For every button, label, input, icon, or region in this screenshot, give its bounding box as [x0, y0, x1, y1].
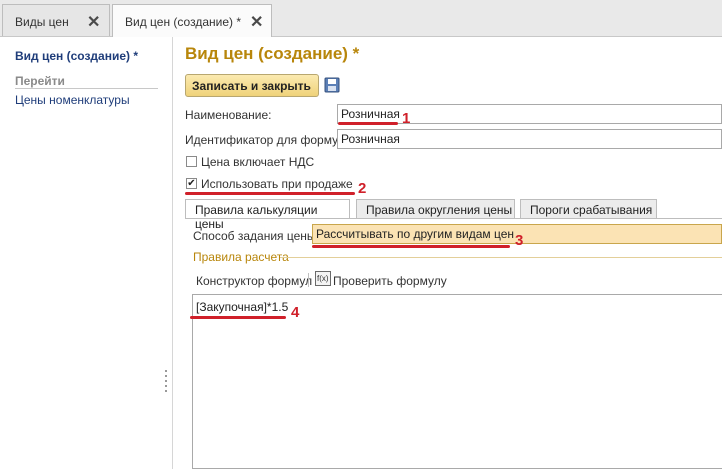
- tab-label: Вид цен (создание) *: [125, 15, 242, 29]
- formula-editor[interactable]: [Закупочная]*1.5: [192, 294, 722, 469]
- tab-label: Виды цен: [15, 15, 69, 29]
- annotation-underline: [312, 245, 510, 248]
- close-icon[interactable]: ✕: [250, 12, 263, 32]
- formula-id-field[interactable]: Розничная: [337, 129, 722, 149]
- use-in-sales-checkbox[interactable]: ✔: [186, 178, 197, 189]
- annotation-number: 1: [402, 110, 411, 127]
- sidebar-divider: [15, 88, 158, 89]
- tab-price-type-create[interactable]: Вид цен (создание) * ✕: [112, 4, 272, 37]
- formula-text: [Закупочная]*1.5: [196, 300, 289, 314]
- toolbar-separator: [308, 273, 309, 287]
- vat-label: Цена включает НДС: [201, 155, 315, 169]
- tab-rounding-rules[interactable]: Правила округления цены: [356, 199, 515, 218]
- check-formula-icon[interactable]: f(x): [315, 271, 331, 286]
- name-label: Наименование:: [185, 108, 272, 122]
- annotation-underline: [190, 316, 286, 319]
- formula-id-label: Идентификатор для формул:: [185, 133, 349, 147]
- navigation-panel: Вид цен (создание) * Перейти Цены номенк…: [0, 37, 173, 469]
- annotation-number: 3: [515, 232, 524, 249]
- tab-divider: [185, 218, 722, 219]
- save-and-close-button[interactable]: Записать и закрыть: [185, 74, 319, 97]
- sidebar-item-price-list[interactable]: Цены номенклатуры: [15, 93, 130, 107]
- name-field[interactable]: Розничная: [337, 104, 722, 124]
- splitter-handle[interactable]: [163, 367, 169, 417]
- tab-thresholds[interactable]: Пороги срабатывания: [520, 199, 657, 218]
- tab-price-types[interactable]: Виды цен ✕: [2, 4, 110, 36]
- annotation-underline: [185, 192, 355, 195]
- method-label: Способ задания цены:: [193, 229, 319, 243]
- group-separator: [280, 257, 722, 258]
- save-icon[interactable]: [324, 77, 340, 93]
- vat-checkbox[interactable]: [186, 156, 197, 167]
- annotation-underline: [338, 122, 398, 125]
- check-formula-button[interactable]: Проверить формулу: [333, 274, 447, 288]
- formula-builder-button[interactable]: Конструктор формул: [196, 274, 312, 288]
- use-in-sales-label: Использовать при продаже: [201, 177, 353, 191]
- annotation-number: 4: [291, 304, 300, 321]
- annotation-number: 2: [358, 180, 367, 197]
- close-icon[interactable]: ✕: [87, 12, 100, 32]
- page-title: Вид цен (создание) *: [185, 44, 360, 63]
- tab-bar: Виды цен ✕ Вид цен (создание) * ✕: [0, 0, 722, 37]
- rules-group-title: Правила расчета: [193, 250, 289, 264]
- tab-calculation-rules[interactable]: Правила калькуляции цены: [185, 199, 350, 231]
- sidebar-current-item[interactable]: Вид цен (создание) *: [15, 49, 138, 63]
- form-area: Вид цен (создание) * Записать и закрыть …: [173, 37, 722, 469]
- sidebar-section-title: Перейти: [15, 74, 65, 88]
